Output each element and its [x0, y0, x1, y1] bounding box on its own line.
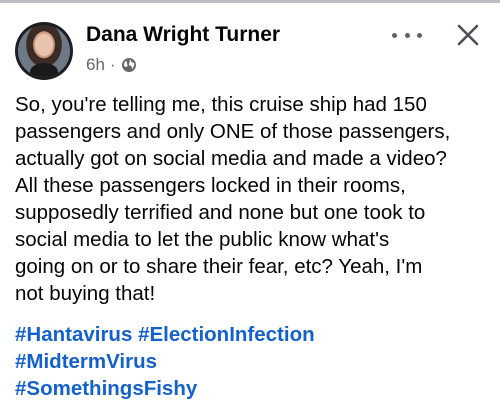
- hashtag-list: #Hantavirus #ElectionInfection #MidtermV…: [15, 321, 315, 402]
- post-body-line: So, you're telling me, this cruise ship …: [15, 93, 427, 116]
- hashtag-row: #SomethingsFishy: [15, 375, 315, 402]
- post-body-line: social media to let the public know what…: [15, 228, 390, 251]
- hashtag-somethingsfishy[interactable]: #SomethingsFishy: [15, 377, 197, 400]
- meta-separator: ·: [109, 55, 116, 74]
- post-body-line: not buying that!: [15, 282, 156, 305]
- post-body: So, you're telling me, this cruise ship …: [15, 91, 495, 307]
- post-body-line: supposedly terrified and none but one to…: [15, 201, 426, 224]
- profile-photo: [18, 25, 70, 77]
- post-card: Dana Wright Turner 6h · So, you're telli…: [0, 3, 500, 406]
- author-name[interactable]: Dana Wright Turner: [86, 23, 280, 47]
- globe-icon: [121, 58, 136, 72]
- hashtag-midtermvirus[interactable]: #MidtermVirus: [15, 350, 157, 373]
- close-icon[interactable]: [454, 21, 482, 49]
- hashtag-row: #Hantavirus #ElectionInfection: [15, 321, 315, 348]
- post-body-line: passengers and only ONE of those passeng…: [15, 120, 451, 143]
- post-body-line: going on or to share their fear, etc? Ye…: [15, 255, 423, 278]
- hashtag-hantavirus[interactable]: #Hantavirus: [15, 323, 132, 346]
- post-body-line: actually got on social media and made a …: [15, 147, 447, 170]
- post-body-line: All these passengers locked in their roo…: [15, 174, 406, 197]
- more-horizontal-icon[interactable]: [392, 29, 422, 41]
- hashtag-row: #MidtermVirus: [15, 348, 315, 375]
- post-time[interactable]: 6h: [86, 55, 105, 75]
- post-meta: 6h ·: [86, 55, 137, 75]
- avatar[interactable]: [15, 22, 73, 80]
- hashtag-electioninfection[interactable]: #ElectionInfection: [138, 323, 315, 346]
